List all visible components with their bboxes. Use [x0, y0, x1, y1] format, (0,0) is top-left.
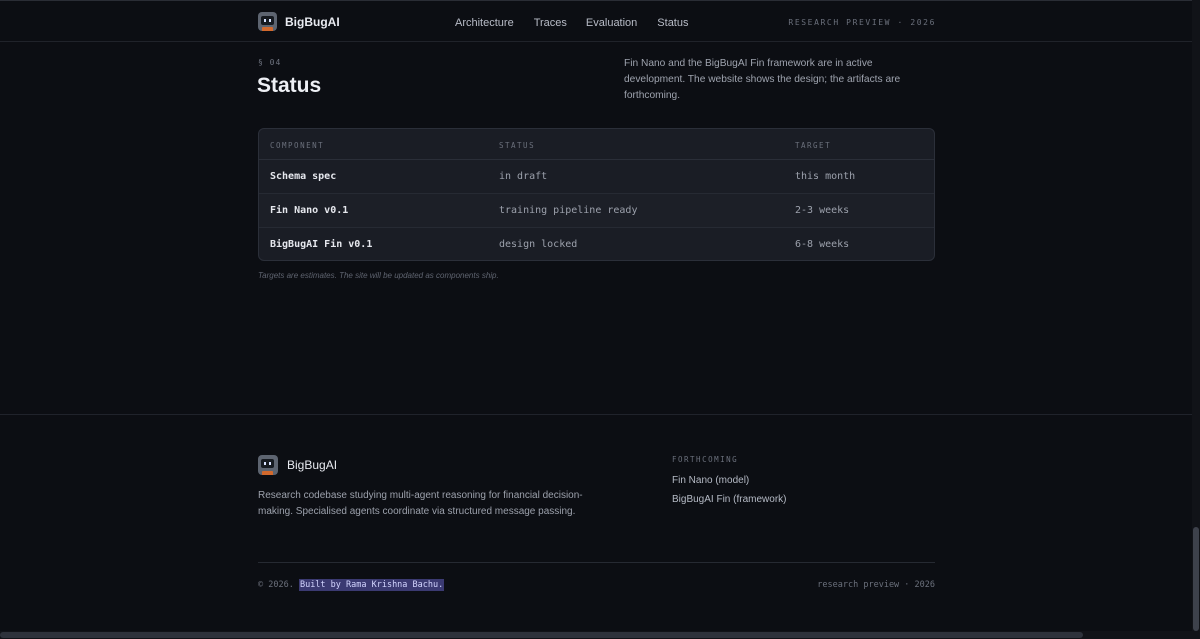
copyright-year: © 2026.: [258, 580, 294, 590]
footer-description: Research codebase studying multi-agent r…: [258, 490, 583, 517]
main-nav: Architecture Traces Evaluation Status: [455, 17, 708, 29]
brand-name: BigBugAI: [285, 14, 340, 29]
table-note: Targets are estimates. The site will be …: [258, 271, 499, 280]
footer-preview-tag: research preview · 2026: [817, 580, 935, 590]
bigbugai-logo-icon: [258, 12, 277, 31]
link-bigbugai-fin[interactable]: BigBugAI Fin (framework): [672, 494, 786, 505]
copyright: © 2026. Built by Rama Krishna Bachu.: [258, 579, 445, 591]
table-row: Schema spec in draft this month: [259, 160, 934, 194]
column-header-target: TARGET: [795, 141, 832, 150]
link-fin-nano[interactable]: Fin Nano (model): [672, 475, 749, 486]
section-title: Status: [257, 74, 322, 97]
section-number: § 04: [258, 58, 282, 67]
horizontal-scroll-thumb[interactable]: [0, 632, 1083, 638]
bigbugai-logo-icon: [258, 455, 278, 475]
footer-brand-name: BigBugAI: [287, 458, 338, 472]
nav-traces[interactable]: Traces: [534, 17, 567, 29]
forthcoming-heading: FORTHCOMING: [672, 455, 739, 464]
footer-rule: [258, 562, 935, 563]
cell-status: in draft: [499, 171, 548, 182]
cell-component: Schema spec: [270, 171, 337, 182]
built-by-selection: Built by Rama Krishna Bachu.: [298, 579, 445, 591]
footer-divider: [0, 414, 1200, 415]
footer-brand[interactable]: BigBugAI: [258, 455, 337, 475]
table-row: Fin Nano v0.1 training pipeline ready 2-…: [259, 194, 934, 228]
cell-component: Fin Nano v0.1: [270, 205, 349, 216]
vertical-scroll-thumb[interactable]: [1193, 527, 1199, 631]
research-preview-tag: RESEARCH PREVIEW · 2026: [788, 18, 936, 27]
top-nav: BigBugAI Architecture Traces Evaluation …: [0, 0, 1200, 42]
nav-architecture[interactable]: Architecture: [455, 17, 514, 29]
nav-evaluation[interactable]: Evaluation: [586, 17, 637, 29]
cell-status: training pipeline ready: [499, 205, 638, 216]
horizontal-scrollbar[interactable]: [0, 631, 1200, 639]
table-header: COMPONENT STATUS TARGET: [259, 129, 934, 160]
column-header-component: COMPONENT: [270, 141, 325, 150]
cell-target: this month: [795, 171, 856, 182]
cell-component: BigBugAI Fin v0.1: [270, 239, 373, 250]
nav-status[interactable]: Status: [657, 17, 688, 29]
cell-target: 2-3 weeks: [795, 205, 850, 216]
table-row: BigBugAI Fin v0.1 design locked 6-8 week…: [259, 228, 934, 260]
vertical-scrollbar[interactable]: [1192, 0, 1200, 639]
column-header-status: STATUS: [499, 141, 536, 150]
status-table: COMPONENT STATUS TARGET Schema spec in d…: [258, 128, 935, 261]
section-description: Fin Nano and the BigBugAI Fin framework …: [624, 58, 901, 101]
cell-target: 6-8 weeks: [795, 239, 850, 250]
brand-link[interactable]: BigBugAI: [258, 12, 340, 31]
page: BigBugAI Architecture Traces Evaluation …: [0, 0, 1200, 639]
cell-status: design locked: [499, 239, 578, 250]
